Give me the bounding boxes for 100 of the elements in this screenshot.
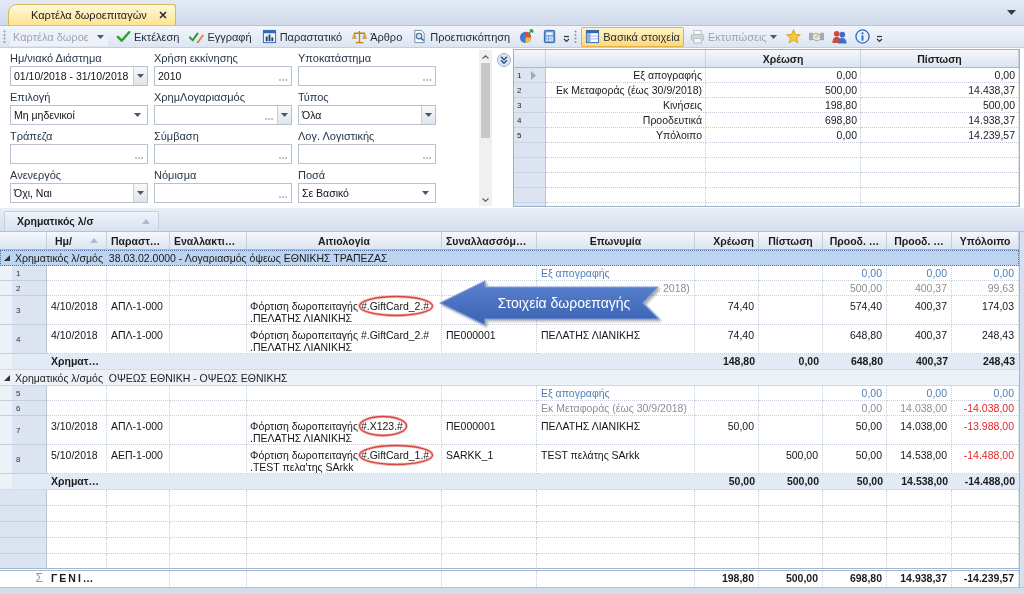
expand-icon[interactable] [4, 254, 10, 261]
column-header[interactable]: Συναλλασσόμ… [442, 232, 537, 249]
caret-icon[interactable] [1007, 10, 1016, 15]
collapse-icon[interactable] [497, 53, 511, 67]
row-header[interactable]: 3 [514, 98, 546, 113]
lookup-field[interactable] [154, 183, 292, 203]
chevron-down-icon[interactable] [482, 198, 489, 202]
row-number: 8 [0, 445, 47, 474]
overflow-icon[interactable] [875, 34, 883, 43]
sum-symbol: Σ [34, 571, 44, 587]
column-header[interactable]: Εναλλακτι… [170, 232, 247, 249]
table-cell: 0,00 [706, 68, 861, 83]
field-label: Νόμισμα [154, 169, 198, 181]
total-cell-text: 50,00 [727, 474, 756, 489]
caret-icon[interactable] [422, 191, 429, 195]
group-by-button[interactable]: Χρηματικός λ/σ [4, 211, 159, 230]
caret-icon[interactable] [425, 113, 432, 117]
row-header [0, 538, 47, 554]
combo-field[interactable]: Μη μηδενικοί [10, 105, 148, 125]
combo-field[interactable]: Σε Βασικό [298, 183, 436, 203]
toolbar-button[interactable]: Εκτέλεση [112, 26, 184, 47]
document-magnifier-icon [412, 29, 428, 44]
close-icon[interactable] [158, 11, 167, 19]
column-header[interactable]: Ημ/ [47, 232, 107, 249]
column-header[interactable]: Επωνυμία [537, 232, 695, 249]
dropdown-field[interactable]: 01/10/2018 - 31/10/2018 [10, 66, 148, 86]
row-header[interactable]: 2 [514, 83, 546, 98]
overflow-icon[interactable] [563, 34, 571, 43]
group-header-row[interactable]: Χρηματικός λ/σμός ΟΨΕΩΣ ΕΘΝΙΚΗ - ΟΨΕΩΣ ΕΘΝΙΚΗΣ [0, 370, 1019, 386]
lookup-field[interactable] [298, 144, 436, 164]
group-footer-label: Χρηματ… [50, 474, 100, 489]
caret-icon[interactable] [134, 113, 141, 117]
toolbar-button[interactable]: Βασικά στοιχεία [581, 26, 684, 47]
group-title: Χρηματικός λ/σμός ΟΨΕΩΣ ΕΘΝΙΚΗ - ΟΨΕΩΣ ΕΘΝΙΚΗΣ [15, 371, 288, 384]
caret-icon[interactable] [281, 113, 288, 117]
people-icon[interactable] [831, 29, 847, 44]
star-icon[interactable] [785, 29, 801, 44]
empty-cell [107, 538, 170, 554]
total-cell-text: -14.488,00 [963, 474, 1016, 489]
toolbar-button[interactable]: Παραστατικό [257, 26, 347, 47]
table-cell: 198,80 [706, 98, 861, 113]
caret-icon[interactable] [137, 191, 144, 195]
lookup-field[interactable] [298, 66, 436, 86]
dropdown-field[interactable]: Όχι, Ναι [10, 183, 148, 203]
total-cell-text: 148,80 [721, 354, 756, 369]
caret-icon[interactable] [137, 74, 144, 78]
dropdown-button[interactable] [133, 67, 147, 85]
empty-cell [695, 490, 759, 506]
column-header[interactable]: Παραστ… [107, 232, 170, 249]
row-number: 4 [0, 325, 47, 354]
table-cell: 500,00 [861, 98, 1019, 113]
toolbar-button[interactable]: Προεπισκόπηση [408, 26, 515, 47]
calculator-icon[interactable] [542, 29, 558, 44]
grand-total-label: ΓΕΝΙ… [50, 571, 97, 586]
scrollbar-thumb[interactable] [481, 63, 490, 138]
row-header[interactable]: 4 [514, 113, 546, 128]
row-number: 7 [0, 416, 47, 445]
total-cell-text: 400,37 [914, 354, 949, 369]
column-header[interactable]: Χρέωση [695, 232, 759, 249]
field-label: Χρήση εκκίνησης [154, 52, 239, 64]
column-header[interactable]: Χρέωση [706, 50, 861, 67]
lookup-field[interactable] [154, 144, 292, 164]
row-header [514, 188, 546, 203]
group-header-row[interactable]: Χρηματικός λ/σμός 38.03.02.0000 - Λογαριασμός όψεως ΕΘΝΙΚΗΣ ΤΡΑΠΕΖΑΣ [0, 250, 1019, 266]
table-cell: Υπόλοιπο [546, 128, 706, 143]
row-header[interactable]: 5 [514, 128, 546, 143]
dropdown-button[interactable] [277, 106, 291, 124]
column-header[interactable]: Αιτιολογία [247, 232, 442, 249]
dropdown-field[interactable]: Όλα [298, 105, 436, 125]
scrollbar[interactable] [479, 50, 492, 206]
row-header [514, 158, 546, 173]
dropdown-button[interactable] [421, 106, 435, 124]
lookup-field[interactable]: 2010 [154, 66, 292, 86]
total-cell-text: 0,00 [797, 354, 820, 369]
lookup-field[interactable] [154, 105, 292, 125]
empty-cell [695, 506, 759, 522]
column-header[interactable]: Προοδ. … [887, 232, 952, 249]
pie-chart-icon[interactable] [519, 29, 535, 44]
lookup-field[interactable] [10, 144, 148, 164]
total-cell-text: 14.538,00 [900, 474, 949, 489]
column-header[interactable]: Υπόλοιπο [952, 232, 1019, 249]
toolbar-button[interactable]: Άρθρο [348, 26, 407, 47]
chevron-up-icon[interactable] [482, 55, 489, 59]
column-header[interactable]: Πίστωση [759, 232, 823, 249]
table-cell: Κινήσεις [546, 98, 706, 113]
grip-icon[interactable] [3, 29, 6, 44]
empty-cell [759, 522, 823, 538]
toolbar-button[interactable]: Εγγραφή [185, 26, 256, 47]
document-tab[interactable]: Καρτέλα δωροεπιταγών [8, 4, 176, 25]
grip-icon[interactable] [574, 29, 578, 44]
dropdown-button[interactable] [133, 184, 147, 202]
column-header[interactable]: Προοδ. … [823, 232, 887, 249]
empty-cell [759, 538, 823, 554]
row-header[interactable]: 1 [514, 68, 546, 83]
info-icon[interactable] [854, 29, 870, 44]
expand-icon[interactable] [4, 374, 10, 381]
column-header[interactable]: Πίστωση [861, 50, 1019, 67]
row-number: 1 [0, 266, 47, 281]
empty-cell [887, 522, 952, 538]
row-header [514, 143, 546, 158]
